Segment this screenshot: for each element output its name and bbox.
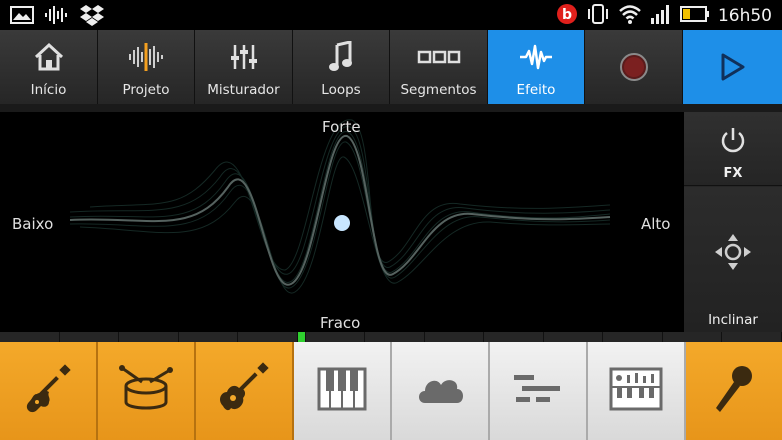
wifi-icon <box>618 3 642 29</box>
beats-icon: b <box>556 3 578 29</box>
instrument-drums[interactable] <box>98 342 196 440</box>
pad-label-left: Baixo <box>12 215 54 233</box>
meter-segment <box>119 332 179 342</box>
play-icon <box>719 50 747 84</box>
meter-segment <box>425 332 485 342</box>
dropbox-icon <box>80 4 104 30</box>
segments-icon <box>417 40 461 74</box>
instrument-piano[interactable] <box>294 342 392 440</box>
tab-inicio-label: Início <box>30 82 67 98</box>
tab-loops[interactable]: Loops <box>293 30 390 104</box>
home-icon <box>32 40 66 74</box>
meter-segment <box>722 332 782 342</box>
status-bar: b 16h50 <box>0 0 782 30</box>
record-button[interactable] <box>585 30 683 104</box>
tab-misturador[interactable]: Misturador <box>195 30 293 104</box>
tab-loops-label: Loops <box>321 82 361 98</box>
main-toolbar: Início Projeto Misturador Loops Segmento… <box>0 30 782 104</box>
tab-segmentos-label: Segmentos <box>400 82 477 98</box>
tab-projeto[interactable]: Projeto <box>98 30 195 104</box>
tab-efeito-label: Efeito <box>516 82 556 98</box>
record-icon <box>619 50 649 84</box>
svg-text:b: b <box>562 7 572 23</box>
drum-icon <box>118 364 174 418</box>
meter-segment <box>603 332 663 342</box>
tilt-move-icon <box>714 233 752 275</box>
instrument-sequencer[interactable] <box>490 342 588 440</box>
effect-side-panel: FX Inclinar <box>684 112 782 332</box>
effect-xy-pad[interactable]: Forte Fraco Baixo Alto <box>0 112 684 332</box>
meter-segment <box>297 332 306 342</box>
battery-icon <box>679 4 710 28</box>
tab-projeto-label: Projeto <box>122 82 170 98</box>
meter-segment <box>544 332 604 342</box>
play-button[interactable] <box>683 30 782 104</box>
tab-segmentos[interactable]: Segmentos <box>390 30 488 104</box>
audio-wave-icon <box>44 5 70 29</box>
pad-label-bottom: Fraco <box>320 314 361 332</box>
synth-keyboard-icon <box>609 367 663 415</box>
piano-keys-icon <box>317 367 367 415</box>
microphone-icon <box>712 364 756 418</box>
meter-segment <box>179 332 239 342</box>
music-note-icon <box>328 40 354 74</box>
waveform-icon <box>127 40 165 74</box>
meter-segment <box>365 332 425 342</box>
meter-segment <box>663 332 723 342</box>
instrument-microphone[interactable] <box>686 342 782 440</box>
cloud-pad-icon <box>415 371 465 411</box>
signal-icon <box>650 3 672 29</box>
sequencer-bars-icon <box>512 373 564 409</box>
instrument-pad[interactable] <box>392 342 490 440</box>
toolbar-divider <box>0 104 782 112</box>
instrument-synth[interactable] <box>588 342 686 440</box>
pad-position-knob <box>334 215 350 231</box>
power-icon <box>720 126 746 158</box>
clock-time: 16h50 <box>717 6 772 26</box>
tab-inicio[interactable]: Início <box>0 30 98 104</box>
fx-label: FX <box>723 166 743 181</box>
gallery-icon <box>10 5 34 29</box>
mixer-icon <box>229 40 259 74</box>
tab-misturador-label: Misturador <box>207 82 280 98</box>
tilt-label: Inclinar <box>708 312 758 328</box>
level-meter <box>0 332 782 342</box>
effect-wave-visual <box>69 119 611 294</box>
meter-segment <box>306 332 366 342</box>
pad-label-right: Alto <box>641 215 671 233</box>
pad-label-top: Forte <box>322 118 361 136</box>
instrument-acoustic-guitar[interactable] <box>196 342 294 440</box>
meter-segment <box>60 332 120 342</box>
tab-efeito[interactable]: Efeito <box>488 30 585 104</box>
meter-segment <box>0 332 60 342</box>
meter-segment <box>238 332 298 342</box>
instrument-bar <box>0 342 782 440</box>
acoustic-guitar-icon <box>217 362 271 420</box>
vibrate-icon <box>586 3 610 29</box>
fx-power-button[interactable]: FX <box>684 112 782 186</box>
effect-wave-icon <box>519 40 553 74</box>
tilt-button[interactable]: Inclinar <box>684 187 782 332</box>
electric-guitar-icon <box>21 362 75 420</box>
instrument-electric-guitar[interactable] <box>0 342 98 440</box>
meter-segment <box>484 332 544 342</box>
